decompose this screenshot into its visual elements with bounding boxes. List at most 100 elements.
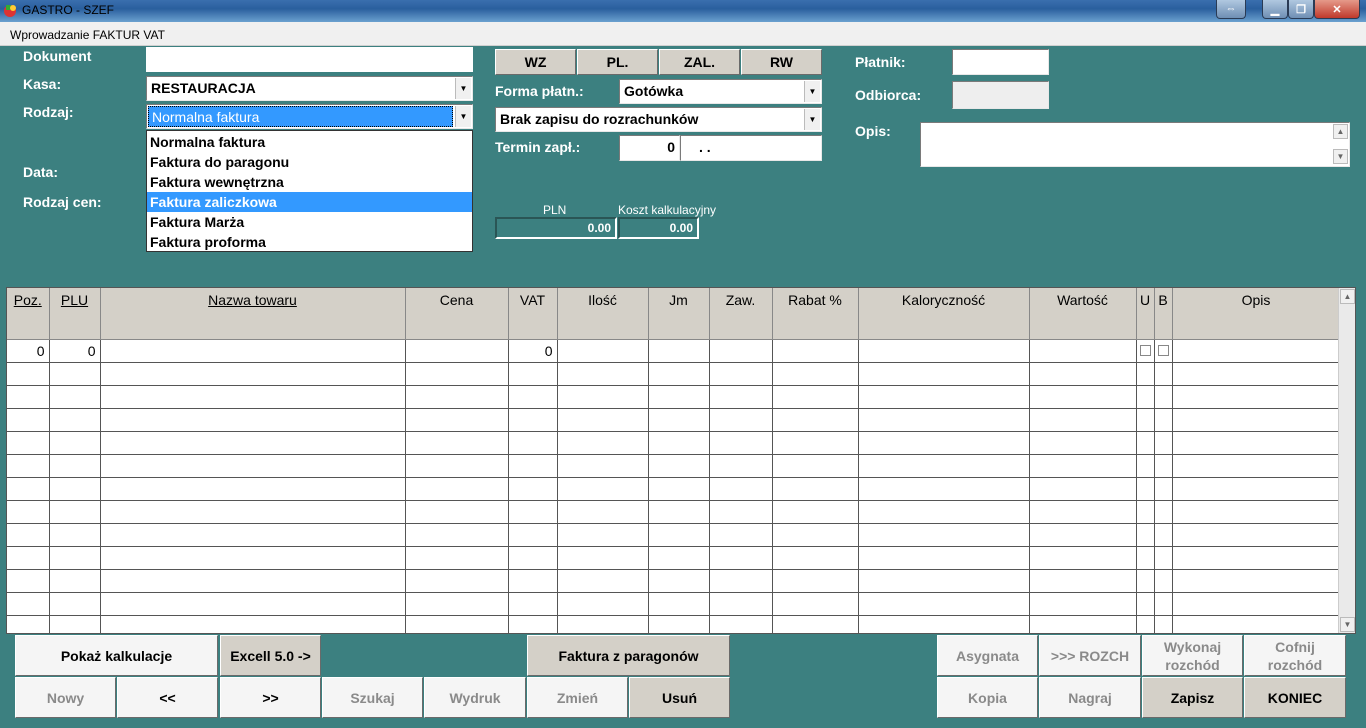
grid-cell[interactable] xyxy=(648,477,710,501)
grid-cell[interactable] xyxy=(405,500,509,524)
grid-cell[interactable] xyxy=(1029,362,1137,386)
grid-cell[interactable] xyxy=(7,454,50,478)
grid-cell[interactable] xyxy=(1172,569,1341,593)
grid-cell[interactable] xyxy=(1154,500,1173,524)
grid-cell[interactable] xyxy=(1136,569,1155,593)
grid-cell[interactable] xyxy=(49,569,101,593)
opis-textarea[interactable]: ▲ ▼ xyxy=(920,122,1350,167)
zal-button[interactable]: ZAL. xyxy=(659,49,740,75)
grid-cell[interactable] xyxy=(709,523,773,547)
grid-cell[interactable] xyxy=(1172,454,1341,478)
b-checkbox[interactable] xyxy=(1157,344,1169,356)
grid-cell[interactable] xyxy=(100,500,406,524)
col-header-rabat[interactable]: Rabat % xyxy=(772,288,859,340)
grid-cell[interactable] xyxy=(772,385,859,409)
kopia-button[interactable]: Kopia xyxy=(937,677,1038,718)
nagraj-button[interactable]: Nagraj xyxy=(1039,677,1141,718)
grid-cell[interactable] xyxy=(49,454,101,478)
table-row[interactable] xyxy=(7,431,1341,455)
grid-cell[interactable] xyxy=(508,592,558,616)
col-header-opis[interactable]: Opis xyxy=(1172,288,1341,340)
grid-cell[interactable] xyxy=(1172,546,1341,570)
table-row[interactable]: 0 0 0 xyxy=(7,339,1341,363)
grid-cell[interactable] xyxy=(709,431,773,455)
grid-cell[interactable] xyxy=(858,546,1030,570)
col-header-plu[interactable]: PLU xyxy=(49,288,101,340)
grid-cell[interactable] xyxy=(7,431,50,455)
grid-cell[interactable] xyxy=(1029,454,1137,478)
grid-cell[interactable] xyxy=(1172,500,1341,524)
grid-cell[interactable] xyxy=(100,431,406,455)
grid-cell[interactable] xyxy=(557,362,649,386)
rozch-button[interactable]: >>> ROZCH xyxy=(1039,635,1141,676)
cell-plu[interactable]: 0 xyxy=(49,339,101,363)
table-row[interactable] xyxy=(7,592,1341,616)
grid-cell[interactable] xyxy=(405,385,509,409)
grid-cell[interactable] xyxy=(557,385,649,409)
grid-cell[interactable] xyxy=(1136,500,1155,524)
faktura-z-paragonow-button[interactable]: Faktura z paragonów xyxy=(527,635,730,676)
grid-cell[interactable] xyxy=(1172,523,1341,547)
pokaz-kalkulacje-button[interactable]: Pokaż kalkulacje xyxy=(15,635,218,676)
table-row[interactable] xyxy=(7,477,1341,501)
grid-cell[interactable] xyxy=(49,615,101,633)
grid-cell[interactable] xyxy=(648,385,710,409)
prev-button[interactable]: << xyxy=(117,677,218,718)
grid-cell[interactable] xyxy=(100,362,406,386)
rodzaj-select[interactable]: Normalna faktura ▼ xyxy=(146,104,473,129)
grid-cell[interactable] xyxy=(709,500,773,524)
grid-cell[interactable] xyxy=(1136,523,1155,547)
excell-button[interactable]: Excell 5.0 -> xyxy=(220,635,321,676)
grid-cell[interactable] xyxy=(858,408,1030,432)
chevron-down-icon[interactable]: ▼ xyxy=(455,106,471,127)
grid-cell[interactable] xyxy=(508,431,558,455)
chevron-down-icon[interactable]: ▼ xyxy=(804,109,820,130)
cell-wartosc[interactable] xyxy=(1029,339,1137,363)
dropdown-option[interactable]: Faktura Marża xyxy=(147,212,472,232)
grid-cell[interactable] xyxy=(7,569,50,593)
grid-cell[interactable] xyxy=(772,408,859,432)
nowy-button[interactable]: Nowy xyxy=(15,677,116,718)
grid-cell[interactable] xyxy=(709,569,773,593)
wykonaj-rozchod-button[interactable]: Wykonaj rozchód xyxy=(1142,635,1243,676)
chevron-down-icon[interactable]: ▼ xyxy=(804,81,820,102)
grid-cell[interactable] xyxy=(7,500,50,524)
grid-cell[interactable] xyxy=(1172,477,1341,501)
grid-cell[interactable] xyxy=(858,500,1030,524)
scroll-up-icon[interactable]: ▲ xyxy=(1340,289,1355,304)
grid-cell[interactable] xyxy=(1029,569,1137,593)
grid-cell[interactable] xyxy=(772,500,859,524)
table-row[interactable] xyxy=(7,408,1341,432)
grid-cell[interactable] xyxy=(49,592,101,616)
grid-cell[interactable] xyxy=(100,592,406,616)
grid-cell[interactable] xyxy=(49,477,101,501)
col-header-nazwa[interactable]: Nazwa towaru xyxy=(100,288,406,340)
grid-cell[interactable] xyxy=(405,477,509,501)
col-header-jm[interactable]: Jm xyxy=(648,288,710,340)
grid-cell[interactable] xyxy=(557,431,649,455)
dokument-field[interactable] xyxy=(146,47,473,72)
grid-cell[interactable] xyxy=(100,523,406,547)
next-button[interactable]: >> xyxy=(220,677,321,718)
grid-cell[interactable] xyxy=(1136,592,1155,616)
table-row[interactable] xyxy=(7,569,1341,593)
grid-cell[interactable] xyxy=(7,546,50,570)
cofnij-rozchod-button[interactable]: Cofnij rozchód xyxy=(1244,635,1346,676)
grid-cell[interactable] xyxy=(772,454,859,478)
zapisz-button[interactable]: Zapisz xyxy=(1142,677,1243,718)
grid-cell[interactable] xyxy=(557,592,649,616)
grid-cell[interactable] xyxy=(7,523,50,547)
cell-jm[interactable] xyxy=(648,339,710,363)
grid-cell[interactable] xyxy=(49,523,101,547)
grid-cell[interactable] xyxy=(7,362,50,386)
cell-opis[interactable] xyxy=(1172,339,1341,363)
grid-cell[interactable] xyxy=(1136,546,1155,570)
grid-cell[interactable] xyxy=(508,523,558,547)
grid-cell[interactable] xyxy=(557,546,649,570)
grid-cell[interactable] xyxy=(405,523,509,547)
grid-cell[interactable] xyxy=(508,385,558,409)
grid-cell[interactable] xyxy=(1136,385,1155,409)
grid-cell[interactable] xyxy=(1154,569,1173,593)
grid-cell[interactable] xyxy=(405,362,509,386)
items-grid[interactable]: Poz. PLU Nazwa towaru Cena VAT Ilość Jm … xyxy=(6,287,1356,634)
